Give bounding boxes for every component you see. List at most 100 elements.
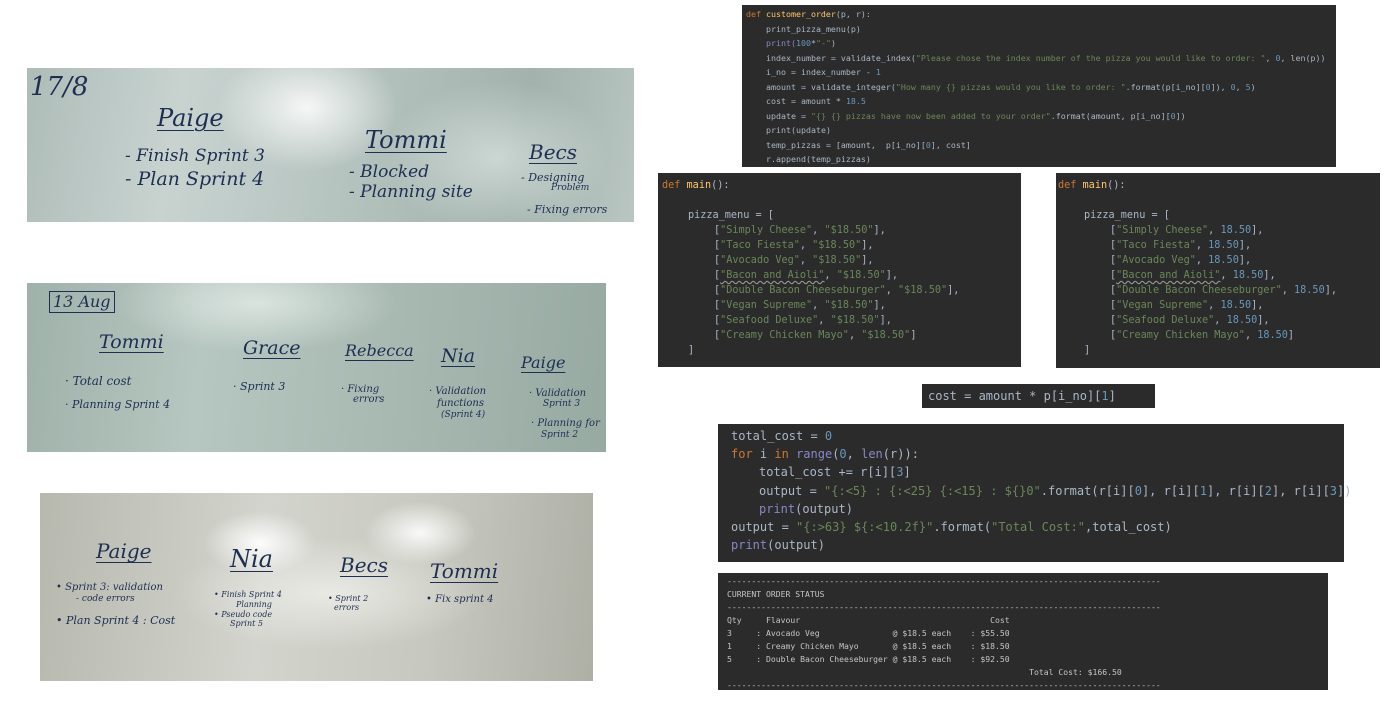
board3-name-becs: Becs — [340, 553, 388, 577]
whiteboard-photo-1: 17/8 Paige - Finish Sprint 3 - Plan Spri… — [27, 68, 634, 222]
code-line: temp_pizzas = [amount, p[i_no][0], cost] — [746, 138, 1336, 153]
code-string: "{} {} pizzas have now been added to you… — [810, 110, 1051, 121]
code-string: "-" — [815, 38, 831, 48]
code-string: "Total Cost:" — [991, 519, 1086, 534]
code-string: "$18.50" — [824, 225, 874, 236]
menu-item-line: ["Creamy Chicken Mayo", 18.50] — [1110, 330, 1295, 341]
code-text: ] — [1108, 389, 1116, 403]
output-divider: ----------------------------------------… — [727, 680, 1161, 690]
code-number: 18.50 — [1232, 270, 1264, 281]
board3-name-nia: Nia — [230, 545, 273, 573]
board3-name-tommi: Tommi — [430, 559, 499, 583]
code-string: "How many {} pizzas would you like to or… — [895, 81, 1126, 92]
board1-item: - Finish Sprint 3 — [125, 146, 265, 166]
code-string: "Seafood Deluxe" — [1116, 315, 1215, 326]
code-string: "Taco Fiesta" — [1116, 240, 1196, 251]
code-text: .format( — [933, 519, 992, 534]
code-text: output = — [731, 519, 797, 534]
code-line: for i in range(0, len(r)): — [731, 445, 1344, 463]
code-builtin: print — [759, 501, 796, 516]
code-text: print(update) — [766, 125, 831, 135]
board2-name-grace: Grace — [243, 337, 301, 359]
code-string: "Vegan Supreme" — [1116, 300, 1209, 311]
board3-item: • Sprint 3: validation — [56, 582, 163, 593]
output-row: 5 : Double Bacon Cheeseburger @ $18.5 ea… — [727, 654, 1010, 664]
code-line: pizza_menu = [ — [1058, 208, 1380, 223]
code-string: "Taco Fiesta" — [720, 240, 800, 251]
code-number: 18.50 — [1220, 300, 1252, 311]
code-string: "Double Bacon Cheeseburger" — [720, 285, 886, 296]
code-string: "Seafood Deluxe" — [720, 315, 819, 326]
board1-item: - Designing — [521, 171, 585, 184]
code-function-name: main — [686, 180, 712, 191]
code-string: "Avocado Veg" — [1116, 255, 1196, 266]
code-text: ) — [1250, 81, 1256, 92]
code-line: ] — [662, 343, 1021, 358]
code-function-name: main — [1082, 180, 1108, 191]
code-line: output = "{:<5} : {:<25} {:<15} : ${}0".… — [731, 482, 1351, 500]
code-number: 18.50 — [1208, 255, 1239, 266]
menu-item-line: ["Double Bacon Cheeseburger", 18.50], — [1110, 285, 1337, 296]
code-text: r.append(temp_pizzas) — [766, 154, 871, 164]
code-text: (): — [1107, 180, 1126, 191]
code-text: ,total_cost) — [1085, 519, 1172, 534]
code-string: "$18.50" — [812, 255, 862, 266]
code-text: ] — [1084, 345, 1091, 356]
code-text: temp_pizzas = [amount, p[i_no][ — [766, 139, 926, 150]
code-string: "{:<5} : {:<25} {:<15} : ${}0" — [824, 483, 1041, 498]
menu-item-line: ["Bacon and Aioli", 18.50], — [1110, 270, 1276, 281]
code-number: 18.50 — [1257, 330, 1288, 341]
board1-name-paige: Paige — [157, 104, 224, 132]
board3-item: Planning — [236, 600, 272, 609]
output-column-header: Qty Flavour Cost — [727, 615, 1010, 625]
code-line: index_number = validate_index("Please ch… — [746, 51, 1336, 66]
code-text: ]), — [1210, 81, 1231, 92]
code-line: r.append(temp_pizzas) — [746, 152, 1336, 167]
code-builtin: len — [861, 447, 883, 462]
board2-item: · Total cost — [65, 374, 132, 388]
code-string: "$18.50" — [861, 330, 911, 341]
board1-name-tommi: Tommi — [365, 126, 447, 154]
code-line: def main(): — [1058, 178, 1380, 193]
code-builtin: print — [731, 538, 768, 553]
code-builtin: print( — [766, 38, 796, 48]
code-text: update = — [766, 110, 811, 121]
code-number: 2 — [1264, 483, 1272, 498]
code-keyword: in — [774, 447, 789, 462]
code-text: ] — [688, 345, 695, 356]
code-string: "Simply Cheese" — [1116, 225, 1209, 236]
code-line: print(update) — [746, 123, 1336, 138]
code-string: "Simply Cheese" — [720, 225, 813, 236]
menu-item-line: ["Seafood Deluxe", "$18.50"], — [714, 315, 892, 326]
code-number: 1 — [1199, 483, 1207, 498]
code-text: i — [752, 447, 775, 462]
code-keyword: for — [731, 447, 753, 462]
code-text: i_no = index_number - — [766, 67, 876, 77]
menu-item-line: ["Bacon and Aioli", "$18.50"], — [714, 270, 899, 281]
board3-item: • Finish Sprint 4 — [214, 590, 282, 599]
code-line: def main(): — [662, 178, 1021, 193]
board3-name-paige: Paige — [96, 539, 152, 563]
board1-item: Problem — [551, 183, 590, 193]
code-number: 0 — [824, 429, 833, 443]
code-text: total_cost += r[i][ — [759, 465, 897, 480]
code-line: print(100*"-") — [746, 36, 1336, 51]
code-line: update = "{} {} pizzas have now been add… — [746, 109, 1336, 124]
menu-item-line: ["Avocado Veg", 18.50], — [1110, 255, 1252, 266]
code-number: 100 — [795, 38, 811, 48]
code-cost-line: cost = amount * p[i_no][1] — [922, 384, 1155, 408]
console-order-output: ----------------------------------------… — [718, 573, 1328, 690]
code-number: 18.50 — [1208, 240, 1239, 251]
code-line: ] — [1058, 343, 1380, 358]
board3-item: - code errors — [76, 594, 135, 604]
code-number: 3 — [896, 465, 904, 480]
code-text: (r)): — [882, 447, 919, 462]
board3-item: errors — [334, 603, 360, 612]
output-heading: CURRENT ORDER STATUS — [727, 589, 825, 599]
board3-item: • Sprint 2 — [328, 594, 369, 603]
board1-date: 17/8 — [30, 72, 89, 102]
board2-item: Sprint 2 — [541, 430, 579, 440]
board3-item: • Plan Sprint 4 : Cost — [56, 614, 176, 627]
